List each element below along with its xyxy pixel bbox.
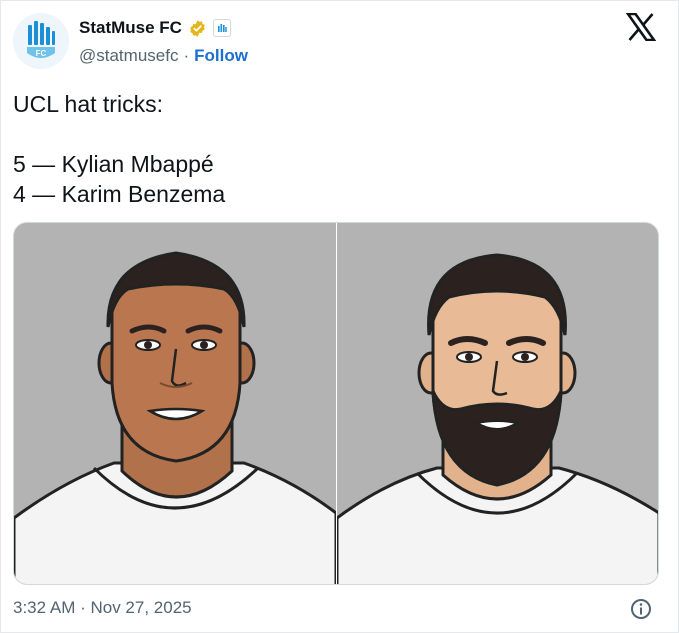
tweet-timestamp[interactable]: 3:32 AM · Nov 27, 2025 [13, 598, 192, 618]
player-cartoon-portrait-bearded-icon [337, 223, 658, 584]
avatar-text: FC [36, 49, 47, 58]
tweet-line-benzema: 4 — Karim Benzema [13, 181, 226, 207]
affiliate-logo-icon [217, 24, 227, 32]
account-avatar[interactable]: FC [13, 13, 69, 69]
handle-row: @statmusefc · Follow [79, 46, 248, 66]
statmuse-fc-logo-icon: FC [13, 13, 69, 69]
affiliate-badge-icon[interactable] [212, 19, 231, 37]
tweet-text: UCL hat tricks: 5 — Kylian Mbappé 4 — Ka… [13, 89, 653, 209]
illustration-kylian-mbappe[interactable] [14, 223, 336, 584]
tweet-media-grid[interactable] [13, 222, 659, 585]
display-name[interactable]: StatMuse FC [79, 18, 182, 38]
info-icon[interactable] [630, 598, 652, 620]
account-handle[interactable]: @statmusefc [79, 46, 178, 66]
illustration-karim-benzema[interactable] [337, 223, 658, 584]
player-cartoon-portrait-icon [14, 223, 336, 584]
tweet-line-title: UCL hat tricks: [13, 91, 163, 117]
name-row: StatMuse FC [79, 18, 231, 38]
tweet-embed-card: FC StatMuse FC @statmusefc · Follow UCL … [0, 0, 679, 633]
separator-dot: · [183, 46, 190, 65]
gold-verified-badge-icon [190, 19, 205, 37]
tweet-line-mbappe: 5 — Kylian Mbappé [13, 151, 214, 177]
follow-button[interactable]: Follow [194, 46, 248, 66]
x-logo-icon[interactable] [626, 13, 656, 41]
